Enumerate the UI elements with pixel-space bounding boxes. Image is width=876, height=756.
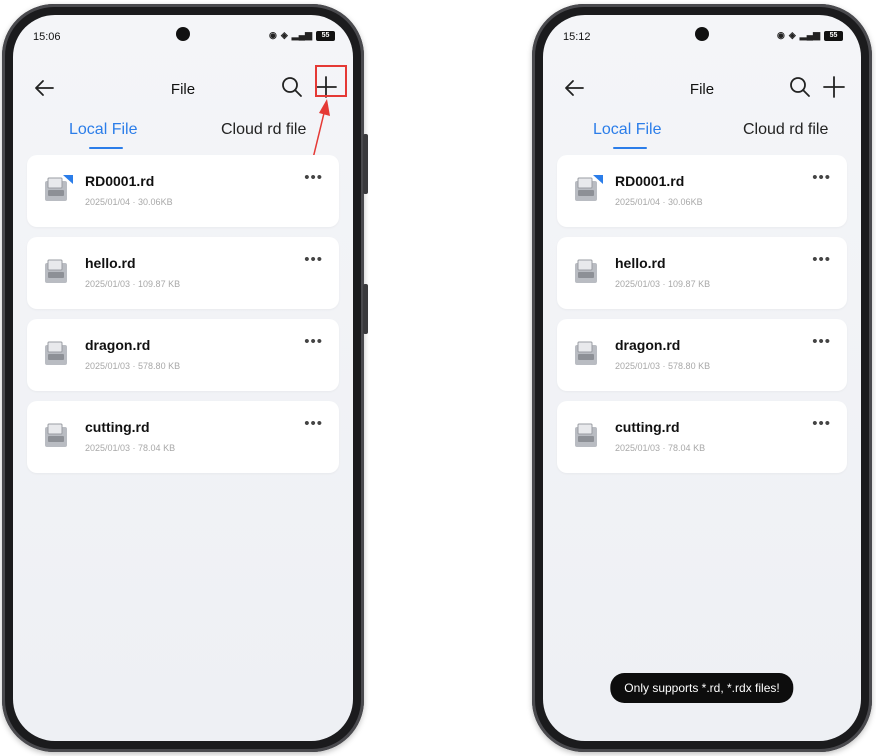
- toast-message: Only supports *.rd, *.rdx files!: [610, 673, 794, 703]
- location-icon: ◈: [788, 30, 796, 40]
- screen-right: 15:12 ◉ ◈ ▂▄▆ 55 File Local File Cloud r…: [543, 15, 861, 741]
- document-file-icon: [45, 423, 67, 447]
- status-icons: ◉ ◈ ▂▄▆ 55: [269, 30, 335, 41]
- tab-cloud-rd-file[interactable]: Cloud rd file: [743, 121, 828, 139]
- power-button: [363, 284, 368, 334]
- status-bar: 15:06 ◉ ◈ ▂▄▆ 55: [13, 15, 353, 55]
- arrow-left-icon[interactable]: [29, 73, 59, 103]
- file-meta: 2025/01/03 · 109.87 KB: [615, 279, 711, 289]
- document-file-icon: [575, 175, 603, 201]
- plus-icon[interactable]: [311, 72, 341, 102]
- more-horizontal-icon[interactable]: •••: [304, 252, 323, 267]
- signal-icon: ▂▄▆: [799, 30, 820, 40]
- more-horizontal-icon[interactable]: •••: [304, 170, 323, 185]
- file-name: dragon.rd: [615, 337, 681, 353]
- volume-button: [363, 134, 368, 194]
- document-file-icon: [45, 341, 67, 365]
- file-meta: 2025/01/03 · 578.80 KB: [85, 361, 181, 371]
- file-card[interactable]: RD0001.rd 2025/01/04 · 30.06KB •••: [557, 155, 847, 227]
- signal-icon: ▂▄▆: [291, 30, 312, 40]
- phone-right: 15:12 ◉ ◈ ▂▄▆ 55 File Local File Cloud r…: [532, 4, 872, 752]
- document-file-icon: [575, 259, 597, 283]
- file-meta: 2025/01/03 · 78.04 KB: [85, 443, 176, 453]
- file-meta: 2025/01/04 · 30.06KB: [615, 197, 703, 207]
- more-horizontal-icon[interactable]: •••: [812, 252, 831, 267]
- document-file-icon: [45, 259, 67, 283]
- file-list: RD0001.rd 2025/01/04 · 30.06KB ••• hello…: [27, 155, 339, 483]
- more-horizontal-icon[interactable]: •••: [812, 416, 831, 431]
- status-time: 15:06: [33, 31, 61, 43]
- search-icon[interactable]: [279, 74, 305, 100]
- file-card[interactable]: hello.rd 2025/01/03 · 109.87 KB •••: [27, 237, 339, 309]
- file-card[interactable]: dragon.rd 2025/01/03 · 578.80 KB •••: [557, 319, 847, 391]
- file-card[interactable]: RD0001.rd 2025/01/04 · 30.06KB •••: [27, 155, 339, 227]
- file-meta: 2025/01/03 · 109.87 KB: [85, 279, 181, 289]
- tab-active-indicator: [89, 147, 123, 149]
- file-meta: 2025/01/03 · 78.04 KB: [615, 443, 706, 453]
- file-name: cutting.rd: [85, 419, 150, 435]
- location-icon: ◈: [280, 30, 288, 40]
- notification-icon: ◉: [268, 30, 277, 40]
- app-bar: File: [13, 65, 353, 107]
- more-horizontal-icon[interactable]: •••: [812, 334, 831, 349]
- front-camera: [695, 27, 709, 41]
- search-icon[interactable]: [787, 74, 813, 100]
- status-bar: 15:12 ◉ ◈ ▂▄▆ 55: [543, 15, 861, 55]
- battery-icon: 55: [824, 30, 843, 41]
- tab-local-file[interactable]: Local File: [593, 121, 661, 139]
- file-name: hello.rd: [85, 255, 136, 271]
- file-card[interactable]: cutting.rd 2025/01/03 · 78.04 KB •••: [557, 401, 847, 473]
- file-name: cutting.rd: [615, 419, 680, 435]
- file-name: RD0001.rd: [85, 173, 155, 189]
- file-list: RD0001.rd 2025/01/04 · 30.06KB ••• hello…: [557, 155, 847, 483]
- app-bar: File: [543, 67, 861, 107]
- notification-icon: ◉: [776, 30, 785, 40]
- screen-left: 15:06 ◉ ◈ ▂▄▆ 55 File Local File Cloud r…: [13, 15, 353, 741]
- tab-bar: Local File Cloud rd file: [13, 115, 353, 155]
- battery-icon: 55: [316, 30, 335, 41]
- front-camera: [176, 27, 190, 41]
- status-icons: ◉ ◈ ▂▄▆ 55: [777, 30, 843, 41]
- file-name: hello.rd: [615, 255, 666, 271]
- page-title: File: [689, 81, 715, 98]
- document-file-icon: [45, 175, 73, 201]
- tab-cloud-rd-file[interactable]: Cloud rd file: [221, 121, 306, 139]
- arrow-left-icon[interactable]: [559, 73, 589, 103]
- tab-active-indicator: [613, 147, 647, 149]
- more-horizontal-icon[interactable]: •••: [304, 334, 323, 349]
- tab-bar: Local File Cloud rd file: [543, 115, 861, 155]
- more-horizontal-icon[interactable]: •••: [812, 170, 831, 185]
- tab-local-file[interactable]: Local File: [69, 121, 137, 139]
- file-card[interactable]: hello.rd 2025/01/03 · 109.87 KB •••: [557, 237, 847, 309]
- phone-left: 15:06 ◉ ◈ ▂▄▆ 55 File Local File Cloud r…: [2, 4, 368, 752]
- file-name: dragon.rd: [85, 337, 151, 353]
- file-meta: 2025/01/03 · 578.80 KB: [615, 361, 711, 371]
- status-time: 15:12: [563, 31, 591, 43]
- file-card[interactable]: dragon.rd 2025/01/03 · 578.80 KB •••: [27, 319, 339, 391]
- plus-icon[interactable]: [819, 72, 849, 102]
- file-card[interactable]: cutting.rd 2025/01/03 · 78.04 KB •••: [27, 401, 339, 473]
- document-file-icon: [575, 341, 597, 365]
- document-file-icon: [575, 423, 597, 447]
- more-horizontal-icon[interactable]: •••: [304, 416, 323, 431]
- file-meta: 2025/01/04 · 30.06KB: [85, 197, 173, 207]
- file-name: RD0001.rd: [615, 173, 685, 189]
